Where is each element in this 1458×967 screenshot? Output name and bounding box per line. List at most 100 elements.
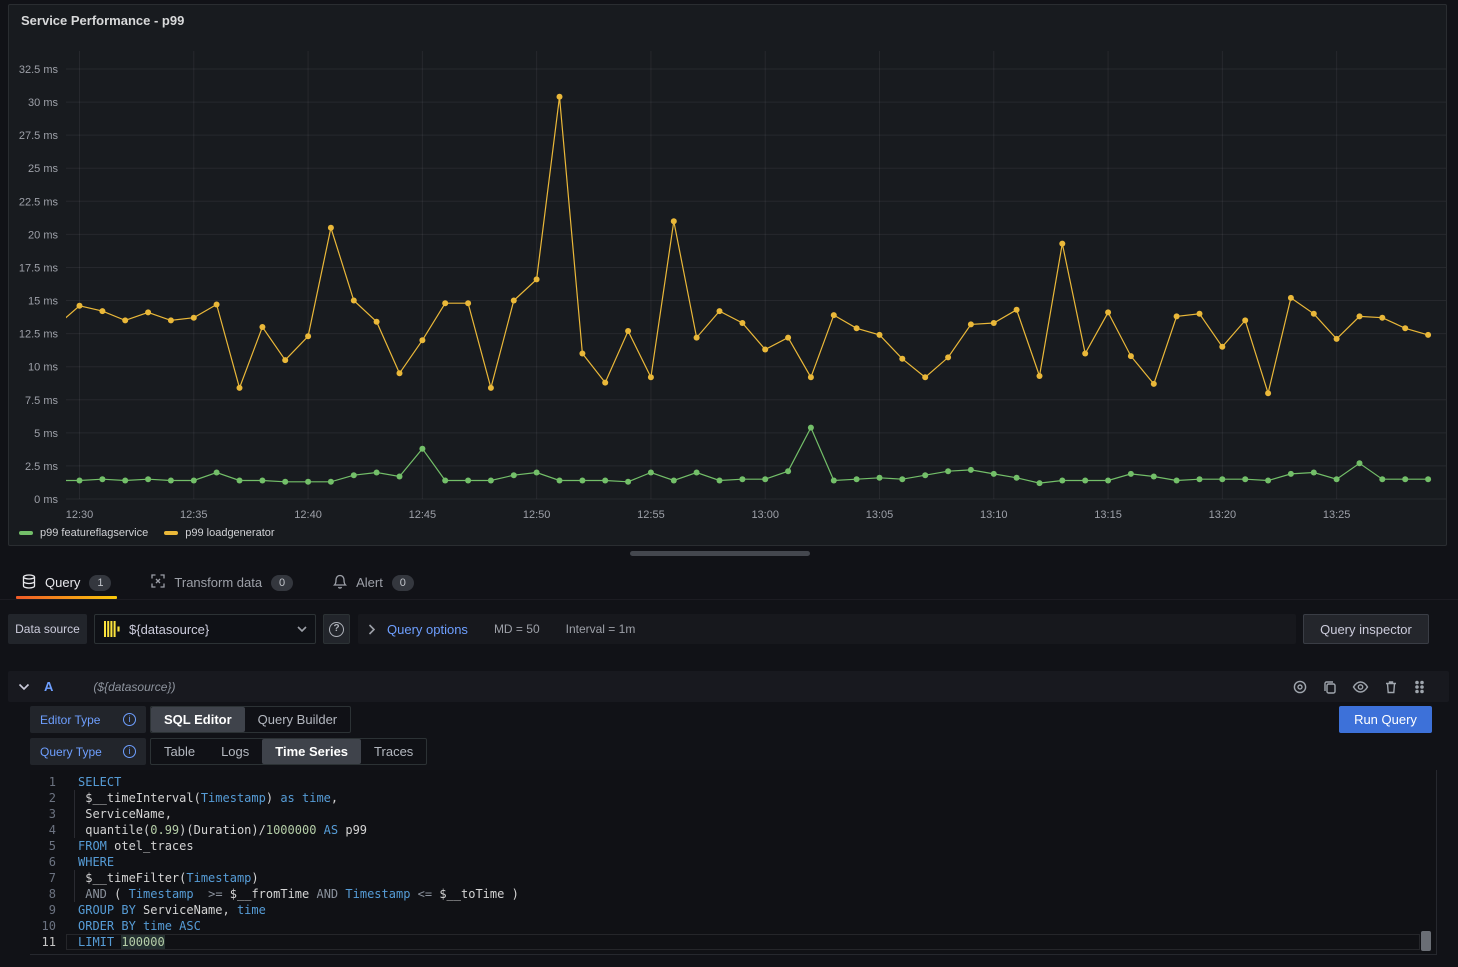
interval-value: Interval = 1m — [566, 622, 636, 636]
sql-line-content: LIMIT 100000 — [66, 934, 165, 950]
tab-count-badge: 0 — [271, 575, 293, 591]
drag-query-handle-icon[interactable] — [1413, 679, 1425, 695]
legend-item-p99-featureflagservice[interactable]: p99 featureflagservice — [19, 527, 148, 539]
series-p99-featureflagservice — [54, 425, 1432, 487]
tab-transform-data[interactable]: Transform data0 — [149, 566, 295, 599]
info-icon[interactable]: i — [123, 713, 136, 726]
line-number: 1 — [30, 774, 66, 790]
datasource-label: Data source — [8, 614, 87, 644]
line-number: 11 — [30, 934, 66, 950]
sql-line-content: FROM otel_traces — [66, 838, 194, 854]
sql-line-6[interactable]: 6WHERE — [30, 854, 1436, 870]
help-icon: ? — [329, 622, 344, 637]
y-axis-tick: 30 ms — [28, 97, 58, 109]
sql-line-content: AND ( Timestamp >= $__fromTime AND Times… — [66, 886, 519, 902]
tab-label: Alert — [356, 575, 383, 590]
sql-line-8[interactable]: 8 AND ( Timestamp >= $__fromTime AND Tim… — [30, 886, 1436, 902]
chevron-down-icon — [297, 626, 307, 632]
y-axis-tick: 22.5 ms — [19, 196, 59, 208]
query-options-bar[interactable]: Query options MD = 50 Interval = 1m — [358, 614, 1296, 644]
legend-label: p99 loadgenerator — [185, 527, 274, 539]
sql-line-3[interactable]: 3 ServiceName, — [30, 806, 1436, 822]
datasource-value: ${datasource} — [129, 622, 289, 637]
sql-code-editor[interactable]: 1SELECT2 $__timeInterval(Timestamp) as t… — [30, 770, 1437, 955]
timeseries-chart[interactable]: 0 ms2.5 ms5 ms7.5 ms10 ms12.5 ms15 ms17.… — [9, 5, 1448, 547]
editor-type-label: Editor Type i — [30, 706, 146, 733]
chart-legend: p99 featureflagservice p99 loadgenerator — [19, 527, 275, 539]
y-axis-tick: 32.5 ms — [19, 64, 59, 76]
panel-resize-handle[interactable] — [630, 551, 810, 556]
sql-line-2[interactable]: 2 $__timeInterval(Timestamp) as time, — [30, 790, 1436, 806]
run-query-button[interactable]: Run Query — [1339, 706, 1432, 733]
line-number: 7 — [30, 870, 66, 886]
legend-swatch — [164, 531, 178, 535]
datasource-select[interactable]: ${datasource} — [94, 614, 316, 644]
disable-query-icon[interactable] — [1292, 679, 1308, 695]
legend-item-p99-loadgenerator[interactable]: p99 loadgenerator — [164, 527, 274, 539]
tab-query[interactable]: Query 1 — [20, 566, 113, 599]
query-type-option-time-series[interactable]: Time Series — [262, 739, 361, 764]
sql-line-11[interactable]: 11LIMIT 100000 — [30, 934, 1436, 950]
sql-line-1[interactable]: 1SELECT — [30, 774, 1436, 790]
hide-query-icon[interactable] — [1352, 679, 1369, 695]
tab-count-badge: 0 — [392, 575, 414, 591]
query-row-header[interactable]: A (${datasource}) — [8, 671, 1449, 702]
sql-line-4[interactable]: 4 quantile(0.99)(Duration)/1000000 AS p9… — [30, 822, 1436, 838]
x-axis-tick: 13:00 — [751, 509, 779, 521]
y-axis-tick: 25 ms — [28, 163, 58, 175]
x-axis-tick: 12:35 — [180, 509, 208, 521]
datasource-help-button[interactable]: ? — [323, 614, 350, 644]
tab-label: Query — [45, 575, 80, 590]
x-axis-tick: 13:15 — [1094, 509, 1122, 521]
y-axis-tick: 12.5 ms — [19, 329, 59, 341]
grafana-panel-edit-view: Service Performance - p99 0 ms2.5 ms5 ms… — [0, 0, 1458, 967]
sql-line-content: ORDER BY time ASC — [66, 918, 201, 934]
query-type-option-traces[interactable]: Traces — [361, 739, 426, 764]
sql-line-7[interactable]: 7 $__timeFilter(Timestamp) — [30, 870, 1436, 886]
x-axis-tick: 13:10 — [980, 509, 1008, 521]
tab-alert[interactable]: Alert 0 — [331, 566, 416, 599]
editor-type-option-query-builder[interactable]: Query Builder — [245, 707, 350, 732]
max-data-points-value: MD = 50 — [494, 622, 540, 636]
sql-line-content: ServiceName, — [66, 806, 172, 822]
editor-scrollbar-thumb[interactable] — [1421, 931, 1431, 951]
database-icon — [22, 574, 36, 592]
query-type-label: Query Type i — [30, 738, 146, 765]
editor-tab-bar: Query 1 Transform data0 Alert 0 — [0, 566, 1458, 600]
query-inspector-button[interactable]: Query inspector — [1303, 614, 1429, 644]
y-axis-tick: 5 ms — [34, 428, 58, 440]
collapse-chevron-icon[interactable] — [18, 683, 30, 691]
delete-query-icon[interactable] — [1383, 679, 1399, 695]
line-number: 3 — [30, 806, 66, 822]
y-axis-tick: 27.5 ms — [19, 130, 59, 142]
query-type-option-table[interactable]: Table — [151, 739, 208, 764]
line-number: 4 — [30, 822, 66, 838]
sql-line-5[interactable]: 5FROM otel_traces — [30, 838, 1436, 854]
y-axis-tick: 17.5 ms — [19, 262, 59, 274]
legend-swatch — [19, 531, 33, 535]
y-axis-tick: 20 ms — [28, 229, 58, 241]
tab-count-badge: 1 — [89, 575, 111, 591]
query-options-link[interactable]: Query options — [387, 622, 468, 637]
clickhouse-icon — [103, 620, 121, 638]
query-type-group: TableLogsTime SeriesTraces — [150, 738, 427, 765]
sql-line-10[interactable]: 10ORDER BY time ASC — [30, 918, 1436, 934]
query-type-option-logs[interactable]: Logs — [208, 739, 262, 764]
transform-icon — [151, 574, 165, 591]
line-number: 9 — [30, 902, 66, 918]
line-number: 8 — [30, 886, 66, 902]
timeseries-panel: Service Performance - p99 0 ms2.5 ms5 ms… — [8, 4, 1447, 546]
sql-line-content: SELECT — [66, 774, 121, 790]
editor-type-option-sql-editor[interactable]: SQL Editor — [151, 707, 245, 732]
sql-code-lines: 1SELECT2 $__timeInterval(Timestamp) as t… — [30, 774, 1436, 950]
query-datasource-hint: (${datasource}) — [93, 680, 175, 694]
sql-line-content: quantile(0.99)(Duration)/1000000 AS p99 — [66, 822, 367, 838]
x-axis-tick: 12:55 — [637, 509, 665, 521]
bell-icon — [333, 574, 347, 592]
duplicate-query-icon[interactable] — [1322, 679, 1338, 695]
x-axis-tick: 12:50 — [523, 509, 551, 521]
info-icon[interactable]: i — [123, 745, 136, 758]
sql-line-9[interactable]: 9GROUP BY ServiceName, time — [30, 902, 1436, 918]
line-number: 2 — [30, 790, 66, 806]
y-axis-tick: 0 ms — [34, 494, 58, 506]
